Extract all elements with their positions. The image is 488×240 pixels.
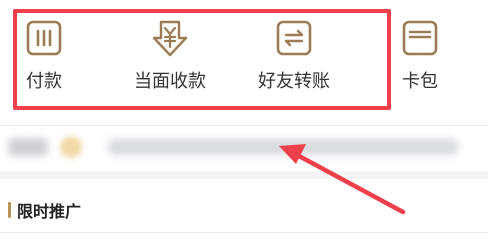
blurred-promo-text <box>108 139 458 155</box>
promo-banner[interactable] <box>0 126 488 170</box>
section-title: 限时推广 <box>17 202 82 221</box>
yuan-receive-icon <box>152 20 188 57</box>
section-accent-bar <box>8 202 11 218</box>
section-header: 限时推广 <box>8 198 81 222</box>
card-wallet-label: 卡包 <box>402 71 438 92</box>
blurred-badge <box>8 138 48 156</box>
pay-button[interactable]: 付款 <box>24 18 64 94</box>
coin-icon <box>60 136 82 158</box>
receive-money-label: 当面收款 <box>134 71 206 92</box>
transfer-arrows-icon <box>276 20 312 56</box>
friend-transfer-button[interactable]: 好友转账 <box>258 18 330 94</box>
pay-label: 付款 <box>26 71 62 92</box>
card-wallet-button[interactable]: 卡包 <box>400 18 440 94</box>
receive-money-button[interactable]: 当面收款 <box>134 18 206 94</box>
payment-page: 付款 当面收款 好友转账 卡包 限时推广 <box>0 0 488 240</box>
divider <box>0 232 488 233</box>
pay-code-icon <box>26 20 62 56</box>
card-wallet-icon <box>402 20 438 56</box>
friend-transfer-label: 好友转账 <box>258 71 330 92</box>
section-divider <box>0 171 488 179</box>
